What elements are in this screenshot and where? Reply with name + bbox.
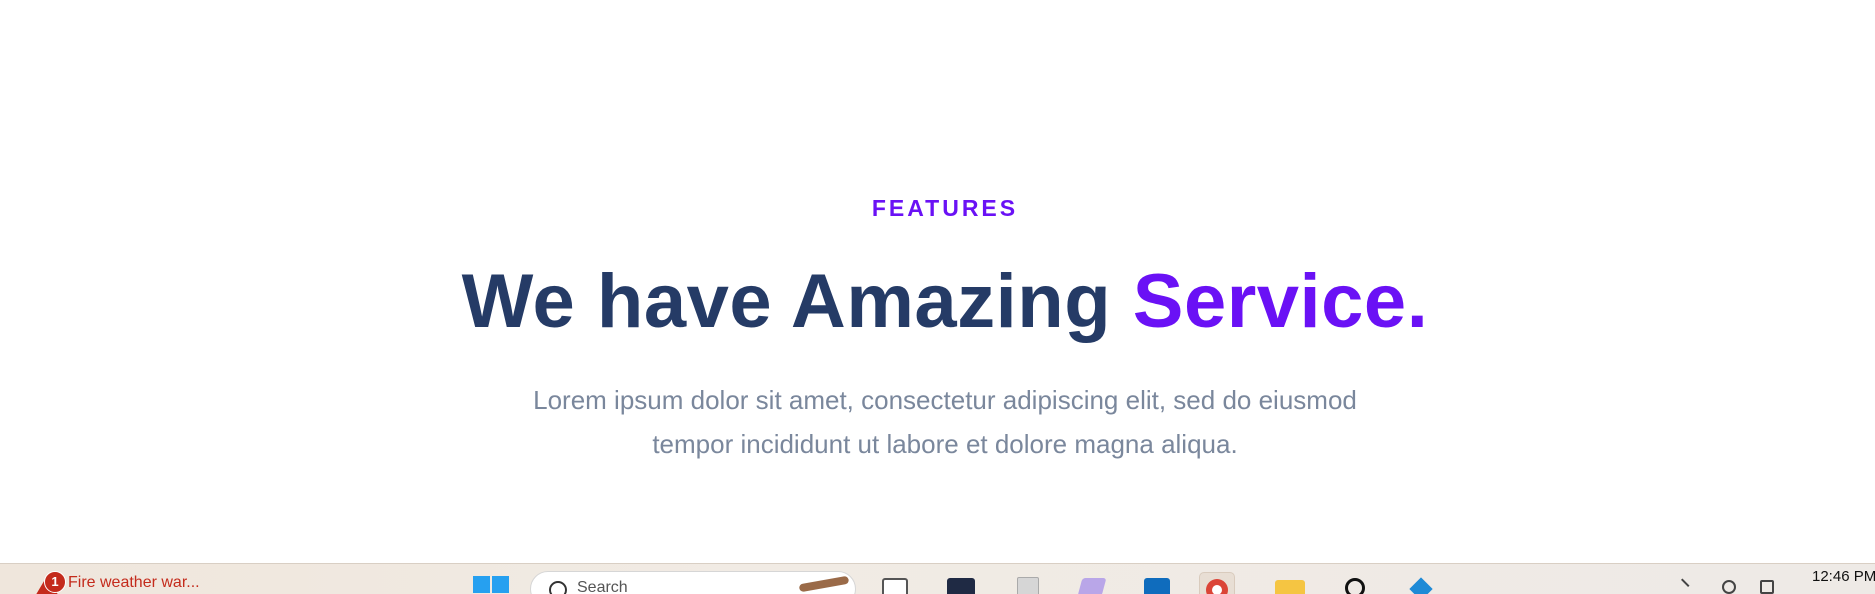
headline-dot: . — [1406, 259, 1429, 344]
taskbar-search-box[interactable]: Search — [530, 571, 856, 594]
outlook-icon[interactable] — [1140, 572, 1174, 594]
vscode-icon[interactable] — [1404, 572, 1438, 594]
weather-alert-badge: 1 — [44, 570, 66, 593]
system-clock[interactable]: 12:46 PM — [1812, 568, 1875, 585]
section-description: Lorem ipsum dolor sit amet, consectetur … — [533, 385, 1357, 459]
search-placeholder: Search — [577, 579, 628, 594]
page: FEATURES We have Amazing Service. Lorem … — [0, 0, 1875, 594]
search-highlight-icon — [798, 575, 850, 593]
features-section: FEATURES We have Amazing Service. Lorem … — [0, 0, 1875, 564]
headline-accent-text: Service — [1132, 259, 1407, 344]
weather-alert-text: Fire weather war... — [68, 573, 200, 591]
headline-main-text: We have Amazing — [461, 259, 1133, 344]
task-view-icon[interactable] — [878, 572, 912, 594]
visual-studio-icon[interactable] — [1075, 572, 1109, 594]
section-eyebrow: FEATURES — [871, 195, 1019, 221]
terminal-icon[interactable] — [944, 572, 978, 594]
tray-chevron-icon[interactable] — [1672, 578, 1690, 594]
chatgpt-icon[interactable] — [1338, 572, 1372, 594]
volume-icon[interactable] — [1760, 580, 1774, 594]
weather-alert-icon: 1 — [34, 570, 66, 594]
section-headline: We have Amazing Service. — [0, 258, 1875, 346]
network-icon[interactable] — [1722, 580, 1736, 594]
windows-taskbar: 1 Fire weather war... Search 12:46 PM — [0, 563, 1875, 594]
file-icon[interactable] — [1010, 572, 1044, 594]
windows-start-icon[interactable] — [473, 576, 509, 594]
search-icon — [549, 581, 567, 594]
chrome-icon[interactable] — [1199, 572, 1235, 594]
file-explorer-icon[interactable] — [1272, 572, 1306, 594]
weather-widget[interactable]: 1 Fire weather war... — [34, 570, 200, 594]
